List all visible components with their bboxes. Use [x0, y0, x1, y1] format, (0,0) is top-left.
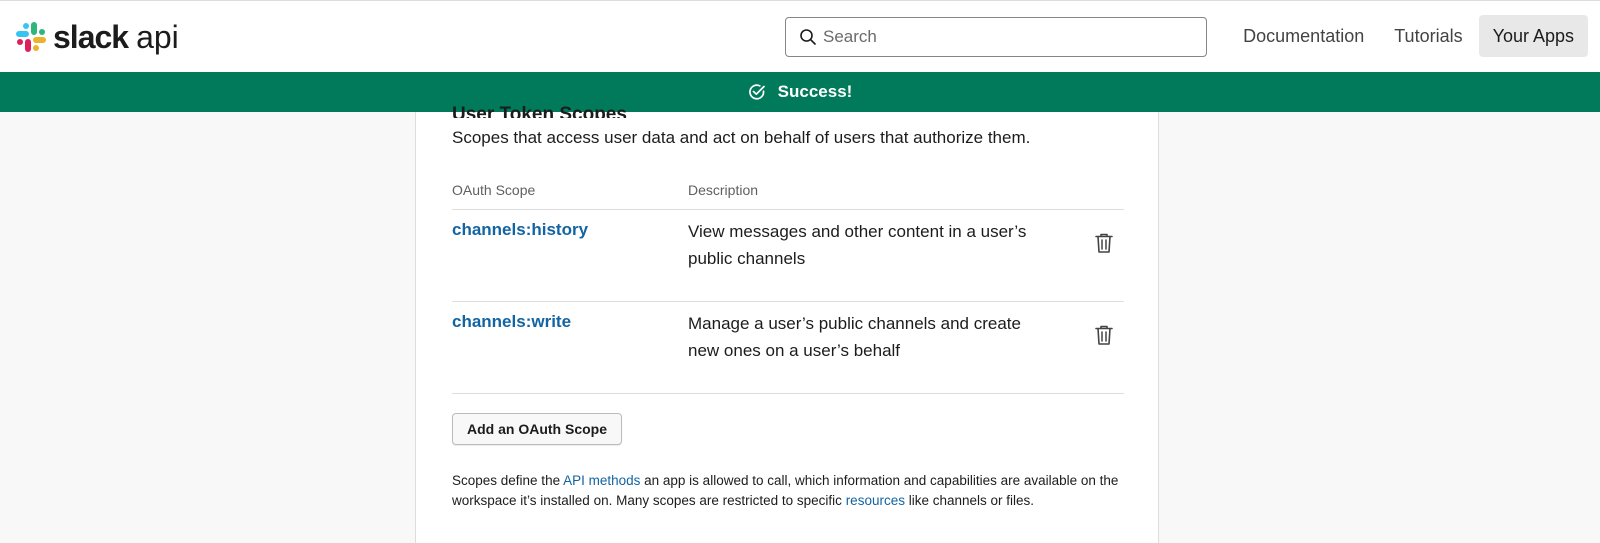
footnote-text: like channels or files. [904, 493, 1035, 508]
top-header: slack api Documentation Tutorials Your A… [0, 0, 1600, 72]
slack-logo-icon [16, 22, 46, 52]
check-circle-icon [748, 84, 765, 100]
section-description: Scopes that access user data and act on … [452, 128, 1031, 147]
table-divider [452, 301, 1124, 302]
resources-link[interactable]: resources [846, 493, 905, 508]
trash-icon[interactable] [1094, 324, 1114, 346]
nav-documentation[interactable]: Documentation [1229, 15, 1378, 57]
nav-tutorials[interactable]: Tutorials [1380, 15, 1476, 57]
logo-api-text: api [136, 19, 179, 55]
top-nav: Documentation Tutorials Your Apps [1227, 15, 1588, 57]
table-divider [452, 393, 1124, 394]
scopes-footnote: Scopes define the API methods an app is … [452, 471, 1122, 511]
scope-name[interactable]: channels:history [452, 220, 588, 240]
trash-icon[interactable] [1094, 232, 1114, 254]
logo-wordmark: slack [53, 19, 129, 55]
scope-description: View messages and other content in a use… [688, 222, 1027, 268]
footnote-text: Scopes define the [452, 473, 564, 488]
success-banner: Success! [0, 72, 1600, 112]
slack-api-logo[interactable]: slack api [15, 19, 179, 55]
column-header-oauth-scope: OAuth Scope [452, 182, 536, 198]
api-methods-link[interactable]: API methods [563, 473, 640, 488]
add-oauth-scope-button[interactable]: Add an OAuth Scope [452, 413, 622, 445]
search-icon [800, 29, 816, 45]
nav-your-apps[interactable]: Your Apps [1478, 15, 1588, 57]
scope-name[interactable]: channels:write [452, 312, 571, 332]
user-token-scopes-card: User Token Scopes Scopes that access use… [415, 104, 1159, 543]
success-message: Success! [777, 82, 853, 101]
table-divider [452, 209, 1124, 210]
section-title: User Token Scopes [452, 104, 627, 118]
search-box[interactable] [785, 17, 1207, 57]
column-header-description: Description [688, 182, 759, 198]
search-input[interactable] [823, 22, 1183, 52]
scope-description: Manage a user’s public channels and crea… [688, 314, 1021, 360]
